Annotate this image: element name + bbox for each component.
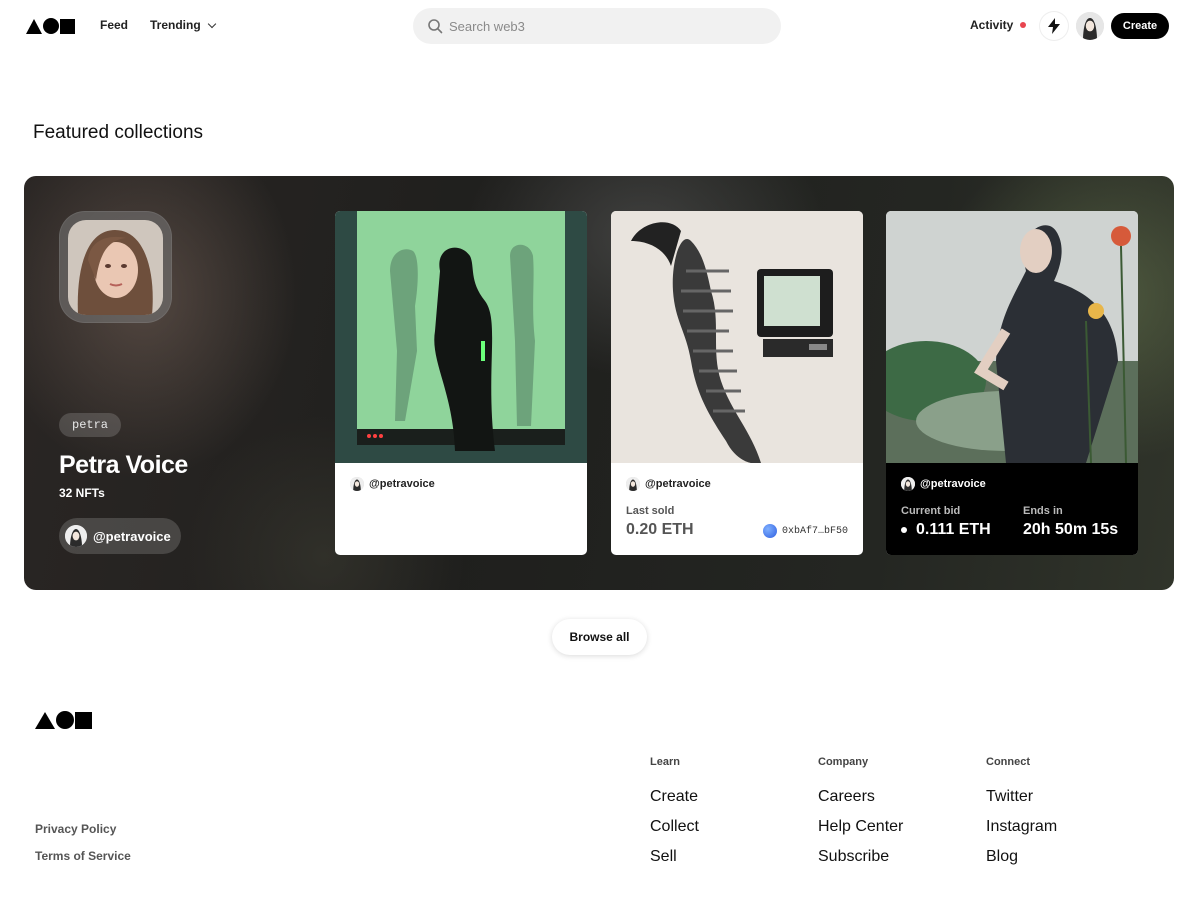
top-nav: Feed Trending Activity Create bbox=[0, 0, 1200, 52]
lightning-icon bbox=[1048, 18, 1060, 34]
search-bar[interactable] bbox=[413, 8, 781, 44]
nft-card[interactable]: @petravoice Current bid 0.111 ETH Ends i… bbox=[886, 211, 1138, 555]
browse-all-button[interactable]: Browse all bbox=[552, 619, 647, 655]
last-sold-label: Last sold bbox=[626, 505, 675, 517]
collection-avatar-image bbox=[68, 220, 163, 315]
triangle-shape bbox=[26, 18, 42, 34]
chevron-down-icon bbox=[207, 19, 216, 28]
section-title: Featured collections bbox=[33, 122, 204, 143]
footer-column-connect: Connect Twitter Instagram Blog bbox=[986, 756, 1057, 878]
owner-handle: @petravoice bbox=[645, 478, 711, 490]
last-sold-value: 0.20 ETH bbox=[626, 521, 694, 538]
nft-artwork-image bbox=[886, 211, 1138, 463]
footer-link-subscribe[interactable]: Subscribe bbox=[818, 848, 903, 878]
lightning-button[interactable] bbox=[1040, 12, 1068, 40]
creator-handle: @petravoice bbox=[93, 528, 171, 544]
collection-name[interactable]: Petra Voice bbox=[59, 451, 188, 480]
current-bid-label: Current bid bbox=[901, 505, 961, 517]
search-input[interactable] bbox=[449, 18, 749, 34]
footer-link-twitter[interactable]: Twitter bbox=[986, 788, 1057, 818]
nft-artwork-image bbox=[611, 211, 863, 463]
footer-link-careers[interactable]: Careers bbox=[818, 788, 903, 818]
nft-card[interactable]: @petravoice Last sold 0.20 ETH 0xbAf7…bF… bbox=[611, 211, 863, 555]
nft-card-footer: @petravoice Current bid 0.111 ETH Ends i… bbox=[886, 463, 1138, 555]
search-icon bbox=[428, 19, 443, 34]
footer-link-help-center[interactable]: Help Center bbox=[818, 818, 903, 848]
nft-owner[interactable]: @petravoice bbox=[350, 477, 572, 491]
current-bid-amount: 0.111 ETH bbox=[916, 521, 991, 538]
footer-heading: Connect bbox=[986, 756, 1030, 768]
circle-shape bbox=[43, 18, 59, 34]
user-avatar-button[interactable] bbox=[1076, 12, 1104, 40]
owner-avatar bbox=[626, 477, 640, 491]
user-avatar-image bbox=[1076, 12, 1104, 40]
owner-handle: @petravoice bbox=[369, 478, 435, 490]
nft-artwork-image bbox=[335, 211, 587, 463]
footer-heading: Company bbox=[818, 756, 869, 768]
footer-link-blog[interactable]: Blog bbox=[986, 848, 1057, 878]
footer-logo[interactable] bbox=[35, 711, 92, 729]
nav-feed-link[interactable]: Feed bbox=[100, 18, 128, 32]
circle-shape bbox=[56, 711, 74, 729]
collection-tag-chip[interactable]: petra bbox=[59, 413, 122, 437]
nav-trending-dropdown[interactable]: Trending bbox=[150, 18, 216, 32]
footer-link-create[interactable]: Create bbox=[650, 788, 699, 818]
footer-link-sell[interactable]: Sell bbox=[650, 848, 699, 878]
owner-handle: @petravoice bbox=[920, 478, 986, 490]
brand-logo[interactable] bbox=[26, 18, 75, 34]
nav-trending-label: Trending bbox=[150, 18, 201, 32]
creator-avatar bbox=[65, 525, 87, 547]
footer-column-learn: Learn Create Collect Sell bbox=[650, 756, 699, 878]
activity-label: Activity bbox=[970, 18, 1014, 32]
nft-owner[interactable]: @petravoice bbox=[901, 477, 1123, 491]
footer-column-company: Company Careers Help Center Subscribe bbox=[818, 756, 903, 878]
terms-of-service-link[interactable]: Terms of Service bbox=[35, 849, 131, 863]
owner-avatar bbox=[350, 477, 364, 491]
collection-avatar bbox=[68, 220, 163, 315]
footer-heading: Learn bbox=[650, 756, 680, 768]
nft-card-footer: @petravoice Last sold 0.20 ETH 0xbAf7…bF… bbox=[611, 463, 863, 555]
footer-link-collect[interactable]: Collect bbox=[650, 818, 699, 848]
owner-avatar bbox=[901, 477, 915, 491]
current-bid-value: 0.111 ETH bbox=[901, 521, 991, 539]
collection-creator-pill[interactable]: @petravoice bbox=[59, 518, 181, 554]
live-indicator-dot bbox=[901, 526, 907, 533]
ends-in-label: Ends in bbox=[1023, 505, 1063, 517]
notification-dot bbox=[1020, 22, 1027, 28]
create-button[interactable]: Create bbox=[1111, 13, 1169, 39]
collection-avatar-frame bbox=[59, 211, 172, 323]
nft-card-footer: @petravoice bbox=[335, 463, 587, 555]
collection-count: 32 NFTs bbox=[59, 486, 105, 500]
owner-address[interactable]: 0xbAf7…bF50 bbox=[762, 524, 848, 538]
square-shape bbox=[60, 18, 75, 34]
triangle-shape bbox=[35, 711, 55, 729]
nft-owner[interactable]: @petravoice bbox=[626, 477, 848, 491]
footer-link-instagram[interactable]: Instagram bbox=[986, 818, 1057, 848]
square-shape bbox=[75, 711, 92, 729]
ends-in-value: 20h 50m 15s bbox=[1023, 521, 1119, 538]
nft-card[interactable]: @petravoice bbox=[335, 211, 587, 555]
wallet-address: 0xbAf7…bF50 bbox=[781, 525, 848, 537]
activity-link[interactable]: Activity bbox=[970, 18, 1027, 32]
wallet-globe-icon bbox=[762, 524, 777, 538]
featured-collection-panel[interactable]: petra Petra Voice 32 NFTs @petravoice @p… bbox=[24, 176, 1174, 590]
privacy-policy-link[interactable]: Privacy Policy bbox=[35, 822, 116, 836]
